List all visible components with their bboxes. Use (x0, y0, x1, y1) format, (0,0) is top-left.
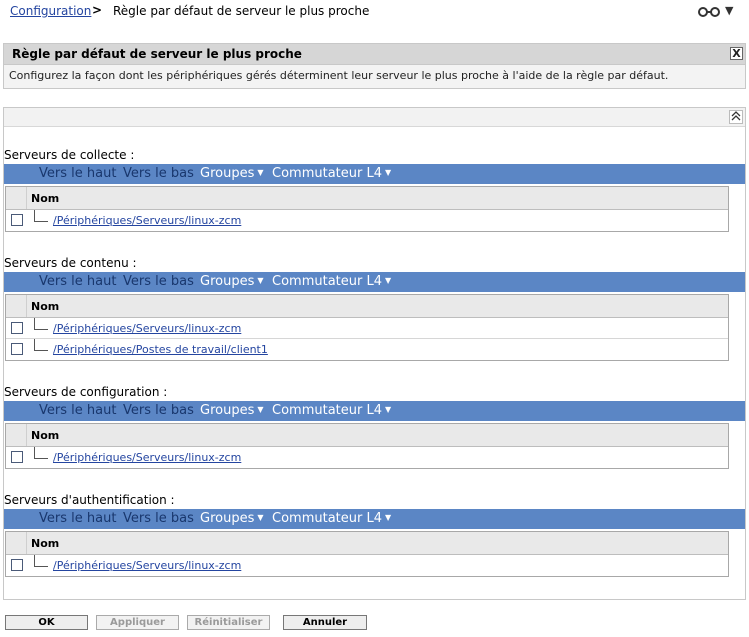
l4-switch-menu-label: Commutateur L4 (272, 511, 382, 526)
column-header-name[interactable]: Nom (31, 429, 59, 442)
breadcrumb-configuration-link[interactable]: Configuration (10, 4, 91, 18)
info-panel-title: Règle par défaut de serveur le plus proc… (12, 47, 302, 61)
server-link[interactable]: /Périphériques/Serveurs/linux-zcm (53, 322, 241, 335)
groups-menu-label: Groupes (200, 403, 255, 418)
grid-collection: Nom /Périphériques/Serveurs/linux-zcm (5, 186, 729, 232)
l4-switch-menu-label: Commutateur L4 (272, 403, 382, 418)
tree-connector (34, 555, 48, 567)
select-all-cell (6, 295, 27, 317)
top-bar: Configuration > Règle par défaut de serv… (0, 0, 749, 24)
toolbar-configuration: Vers le haut Vers le bas Groupes ▼ Commut… (4, 401, 745, 421)
section-label-content: Serveurs de contenu : (4, 256, 137, 270)
toolbar-content: Vers le haut Vers le bas Groupes ▼ Commut… (4, 272, 745, 292)
table-row: /Périphériques/Serveurs/linux-zcm (6, 210, 728, 231)
chevron-down-icon: ▼ (385, 513, 392, 522)
chevron-down-icon: ▼ (385, 168, 392, 177)
ok-button[interactable]: OK (5, 615, 88, 630)
section-label-authentication: Serveurs d'authentification : (4, 493, 175, 507)
reset-button[interactable]: Réinitialiser (187, 615, 270, 630)
section-label-collection: Serveurs de collecte : (4, 148, 135, 162)
grid-header: Nom (6, 532, 728, 555)
close-icon[interactable]: X (730, 47, 743, 60)
table-row: /Périphériques/Serveurs/linux-zcm (6, 447, 728, 468)
table-row: /Périphériques/Serveurs/linux-zcm (6, 555, 728, 576)
table-row: /Périphériques/Postes de travail/client1 (6, 339, 728, 360)
collapse-icon[interactable] (729, 110, 743, 124)
groups-menu-label: Groupes (200, 166, 255, 181)
move-down-button[interactable]: Vers le bas (123, 166, 194, 181)
l4-switch-menu[interactable]: Commutateur L4 ▼ (272, 166, 391, 181)
chevron-down-icon: ▼ (385, 405, 392, 414)
glasses-icon[interactable] (698, 6, 720, 18)
move-down-button[interactable]: Vers le bas (123, 274, 194, 289)
l4-switch-menu[interactable]: Commutateur L4 ▼ (272, 403, 391, 418)
row-checkbox[interactable] (11, 343, 23, 355)
move-up-button[interactable]: Vers le haut (39, 403, 116, 418)
server-link[interactable]: /Périphériques/Serveurs/linux-zcm (53, 214, 241, 227)
toolbar-authentication: Vers le haut Vers le bas Groupes ▼ Commut… (4, 509, 745, 529)
chevron-down-icon: ▼ (257, 405, 264, 414)
row-checkbox[interactable] (11, 451, 23, 463)
move-up-button[interactable]: Vers le haut (39, 166, 116, 181)
chevron-down-icon: ▼ (385, 276, 392, 285)
tree-connector (34, 210, 48, 222)
l4-switch-menu[interactable]: Commutateur L4 ▼ (272, 274, 391, 289)
grid-header: Nom (6, 424, 728, 447)
groups-menu[interactable]: Groupes ▼ (200, 274, 264, 289)
l4-switch-menu-label: Commutateur L4 (272, 274, 382, 289)
chevron-down-icon: ▼ (257, 276, 264, 285)
container-header (4, 108, 745, 127)
grid-content: Nom /Périphériques/Serveurs/linux-zcm /P… (5, 294, 729, 361)
breadcrumb-separator: > (92, 3, 103, 17)
select-all-cell (6, 187, 27, 209)
tree-connector (34, 318, 48, 330)
tree-connector (34, 339, 48, 351)
row-checkbox[interactable] (11, 559, 23, 571)
column-header-name[interactable]: Nom (31, 300, 59, 313)
groups-menu[interactable]: Groupes ▼ (200, 166, 264, 181)
groups-menu-label: Groupes (200, 511, 255, 526)
apply-button[interactable]: Appliquer (96, 615, 179, 630)
l4-switch-menu[interactable]: Commutateur L4 ▼ (272, 511, 391, 526)
column-header-name[interactable]: Nom (31, 537, 59, 550)
move-up-button[interactable]: Vers le haut (39, 274, 116, 289)
groups-menu[interactable]: Groupes ▼ (200, 403, 264, 418)
grid-header: Nom (6, 187, 728, 210)
grid-header: Nom (6, 295, 728, 318)
chevron-down-icon: ▼ (257, 168, 264, 177)
server-link[interactable]: /Périphériques/Serveurs/linux-zcm (53, 559, 241, 572)
info-panel-header: Règle par défaut de serveur le plus proc… (4, 44, 745, 65)
grid-authentication: Nom /Périphériques/Serveurs/linux-zcm (5, 531, 729, 577)
groups-menu-label: Groupes (200, 274, 255, 289)
row-checkbox[interactable] (11, 322, 23, 334)
chevron-down-icon: ▼ (257, 513, 264, 522)
toolbar-collection: Vers le haut Vers le bas Groupes ▼ Commut… (4, 164, 745, 184)
cancel-button[interactable]: Annuler (283, 615, 367, 630)
table-row: /Périphériques/Serveurs/linux-zcm (6, 318, 728, 339)
tree-connector (34, 447, 48, 459)
move-down-button[interactable]: Vers le bas (123, 403, 194, 418)
move-down-button[interactable]: Vers le bas (123, 511, 194, 526)
select-all-cell (6, 532, 27, 554)
chevron-down-icon[interactable]: ▼ (725, 4, 733, 17)
server-link[interactable]: /Périphériques/Postes de travail/client1 (53, 343, 268, 356)
groups-menu[interactable]: Groupes ▼ (200, 511, 264, 526)
server-link[interactable]: /Périphériques/Serveurs/linux-zcm (53, 451, 241, 464)
select-all-cell (6, 424, 27, 446)
double-chevron-up-icon (731, 111, 741, 121)
move-up-button[interactable]: Vers le haut (39, 511, 116, 526)
row-checkbox[interactable] (11, 214, 23, 226)
breadcrumb-current: Règle par défaut de serveur le plus proc… (113, 4, 370, 18)
grid-configuration: Nom /Périphériques/Serveurs/linux-zcm (5, 423, 729, 469)
column-header-name[interactable]: Nom (31, 192, 59, 205)
info-panel: Règle par défaut de serveur le plus proc… (3, 43, 746, 89)
l4-switch-menu-label: Commutateur L4 (272, 166, 382, 181)
info-panel-description: Configurez la façon dont les périphériqu… (9, 69, 669, 82)
section-label-configuration: Serveurs de configuration : (4, 385, 168, 399)
